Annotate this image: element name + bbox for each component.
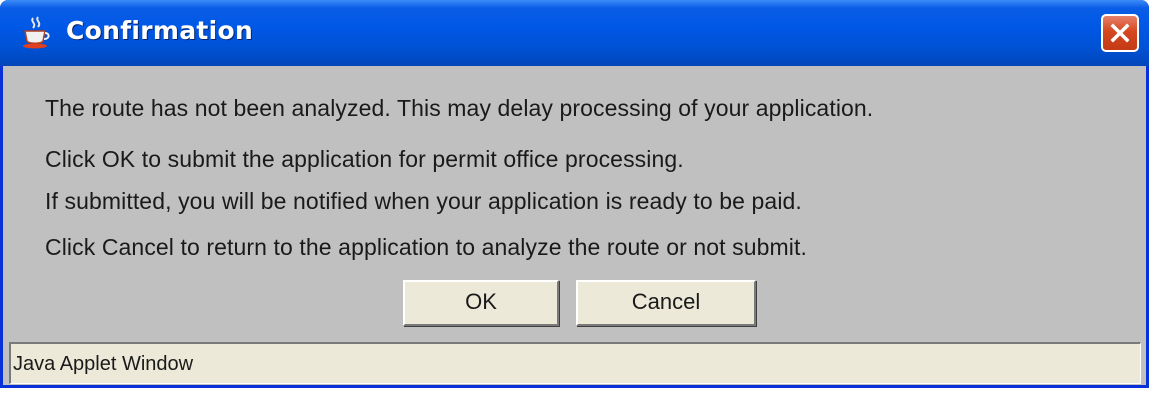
message-line-2: Click OK to submit the application for p… — [45, 146, 684, 172]
applet-warning-label: Java Applet Window — [13, 353, 194, 375]
title-bar[interactable]: Confirmation — [0, 0, 1149, 66]
dialog-content: The route has not been analyzed. This ma… — [3, 66, 1146, 336]
close-button[interactable] — [1101, 14, 1139, 52]
cancel-button[interactable]: Cancel — [576, 280, 756, 326]
ok-button[interactable]: OK — [403, 280, 559, 326]
close-icon — [1110, 23, 1130, 43]
java-coffee-cup-icon — [23, 16, 50, 49]
message-line-4: Click Cancel to return to the applicatio… — [45, 234, 807, 260]
confirmation-dialog: Confirmation The route has not been anal… — [0, 0, 1149, 388]
message-line-1: The route has not been analyzed. This ma… — [45, 95, 874, 121]
applet-status-bar: Java Applet Window — [9, 342, 1141, 384]
dialog-title: Confirmation — [66, 16, 254, 45]
message-line-3: If submitted, you will be notified when … — [45, 188, 802, 214]
